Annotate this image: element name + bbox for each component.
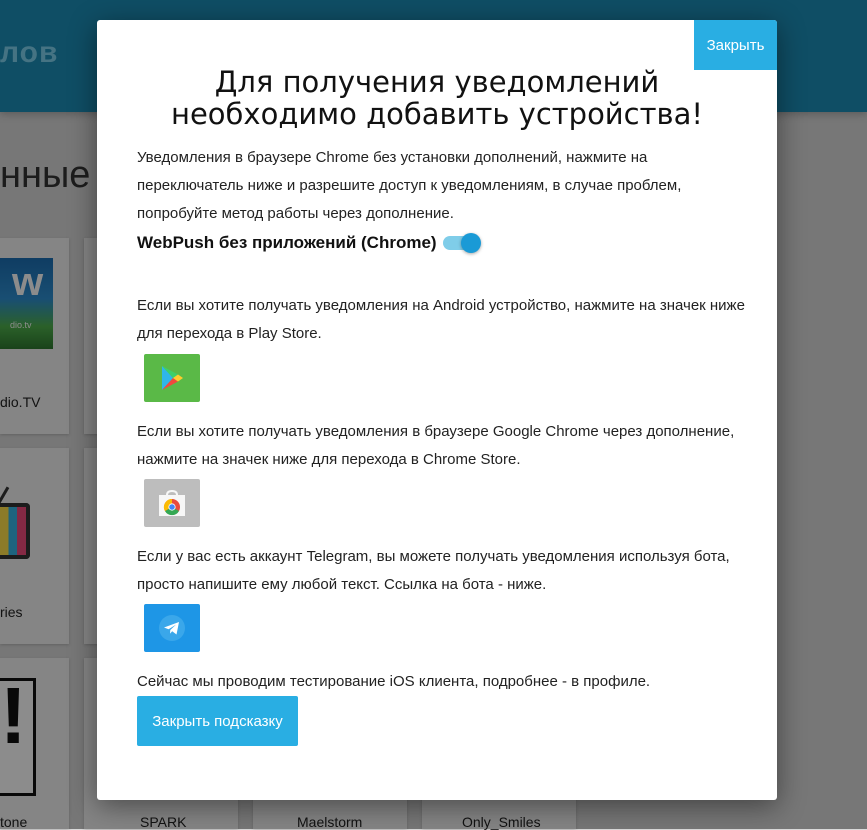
play-store-icon [162, 366, 183, 390]
webpush-toggle[interactable] [442, 233, 481, 253]
close-button[interactable]: Закрыть [694, 20, 777, 70]
modal-title-line: Для получения уведомлений [214, 65, 660, 99]
toggle-knob [460, 233, 481, 253]
telegram-icon [159, 615, 185, 641]
play-store-button[interactable] [144, 354, 200, 402]
chrome-web-store-icon [159, 489, 185, 516]
webpush-toggle-row: WebPush без приложений (Chrome) [137, 230, 481, 256]
android-description: Если вы хотите получать уведомления на A… [137, 297, 745, 342]
chrome-store-button[interactable] [144, 479, 200, 527]
chrome-extension-description: Если вы хотите получать уведомления в бр… [137, 423, 735, 468]
telegram-bot-button[interactable] [144, 604, 200, 652]
telegram-description: Если у вас есть аккаунт Telegram, вы мож… [137, 548, 730, 593]
modal-title-line: необходимо добавить устройства! [171, 97, 703, 131]
ios-description: Сейчас мы проводим тестирование iOS клие… [137, 673, 651, 690]
chrome-webpush-description: Уведомления в браузере Chrome без устано… [137, 149, 682, 222]
notifications-modal: Закрыть Для получения уведомлений необхо… [97, 20, 777, 800]
webpush-toggle-label: WebPush без приложений (Chrome) [137, 233, 437, 252]
close-hint-button[interactable]: Закрыть подсказку [137, 696, 298, 746]
modal-title: Для получения уведомлений необходимо доб… [97, 66, 777, 130]
